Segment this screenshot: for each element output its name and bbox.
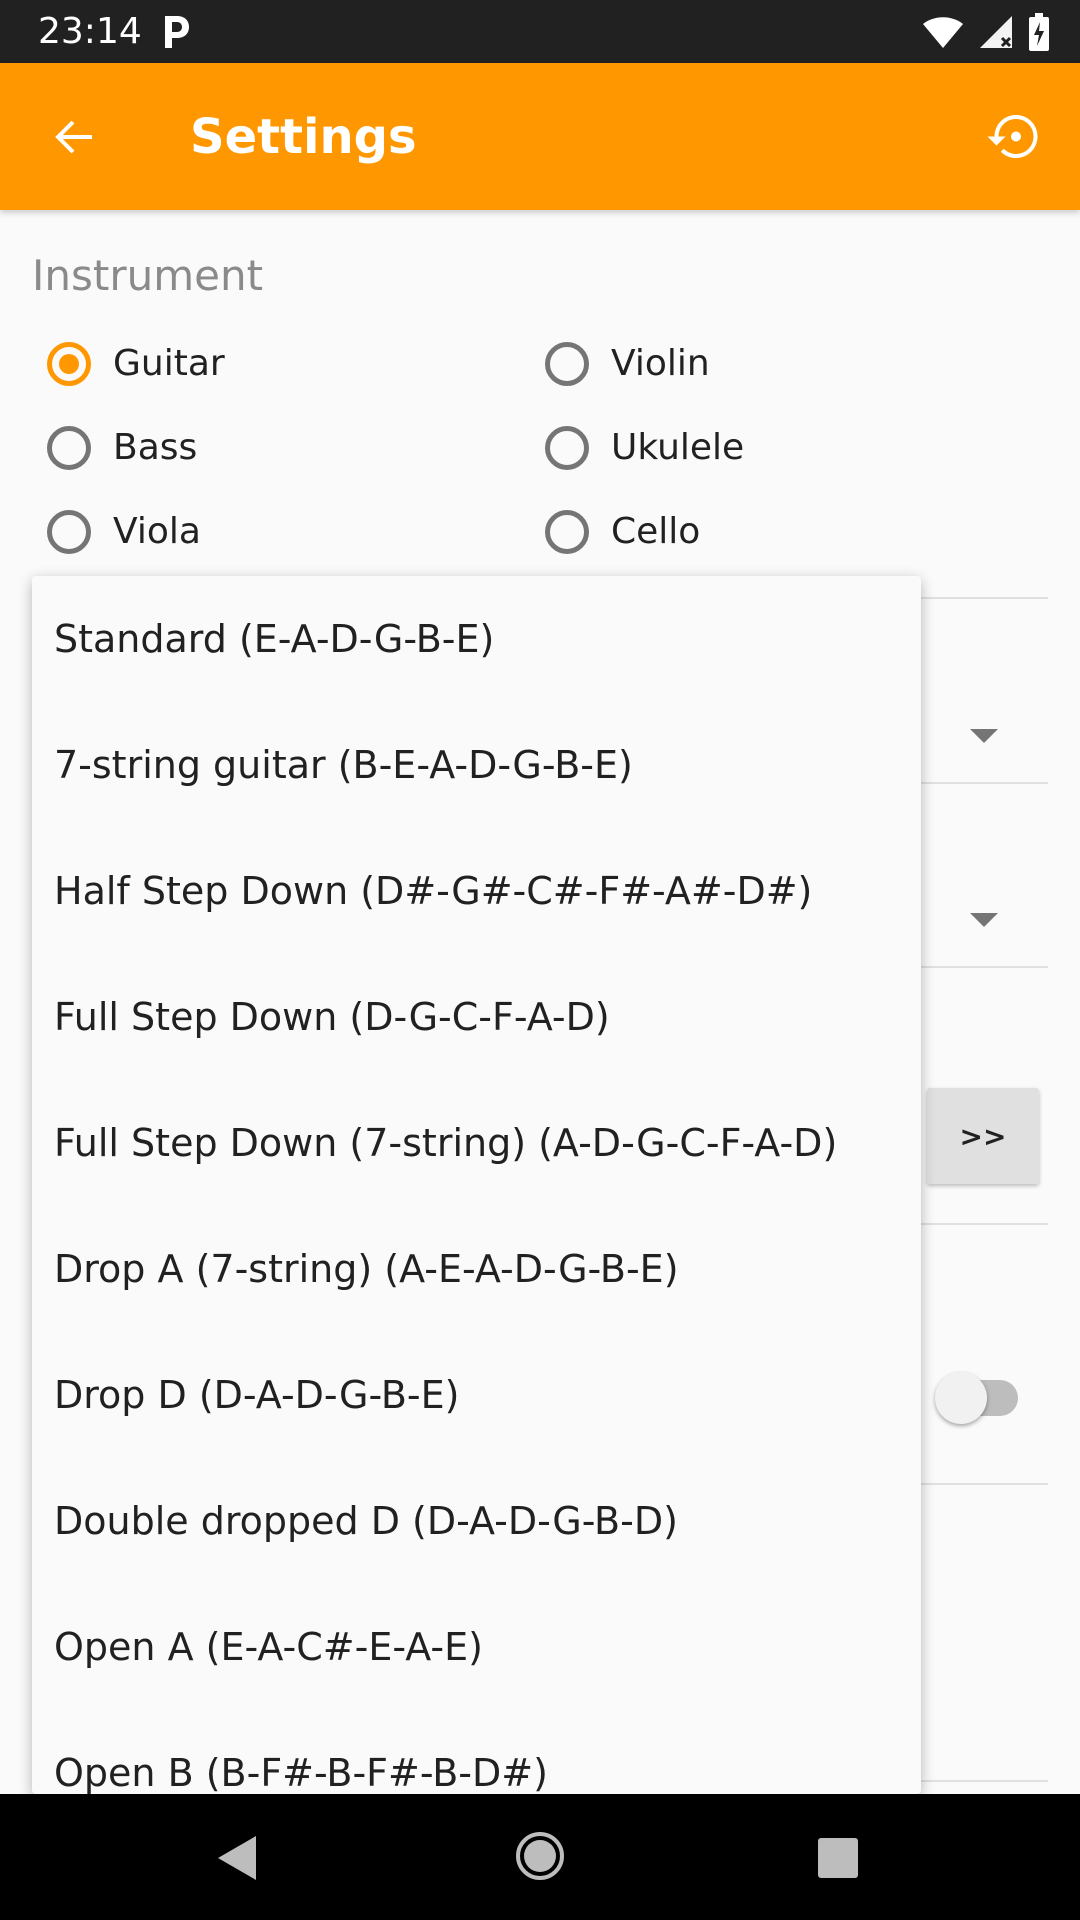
tuning-dropdown-popup: Standard (E-A-D-G-B-E) 7-string guitar (… xyxy=(32,576,921,1794)
radio-label: Viola xyxy=(113,511,201,552)
tuning-option-drop-a[interactable]: Drop A (7-string) (A-E-A-D-G-B-E) xyxy=(32,1206,921,1332)
dropdown-arrow-icon[interactable] xyxy=(970,913,998,927)
next-button[interactable]: >> xyxy=(927,1088,1039,1184)
radio-ukulele[interactable]: Ukulele xyxy=(545,418,744,478)
back-button[interactable] xyxy=(38,101,110,173)
status-icons xyxy=(922,12,1050,52)
divider xyxy=(920,597,1048,599)
nav-recents-icon[interactable] xyxy=(818,1838,858,1878)
radio-label: Violin xyxy=(611,343,710,384)
tuning-option-7-string[interactable]: 7-string guitar (B-E-A-D-G-B-E) xyxy=(32,702,921,828)
page-title: Settings xyxy=(190,109,417,165)
status-time: 23:14 xyxy=(38,11,142,52)
radio-label: Guitar xyxy=(113,343,225,384)
radio-unchecked-icon xyxy=(545,426,589,470)
divider xyxy=(920,1780,1048,1782)
status-bar: 23:14 xyxy=(0,0,1080,63)
radio-violin[interactable]: Violin xyxy=(545,334,710,394)
app-bar: Settings xyxy=(0,63,1080,210)
radio-unchecked-icon xyxy=(545,510,589,554)
tuning-option-standard[interactable]: Standard (E-A-D-G-B-E) xyxy=(32,576,921,702)
radio-viola[interactable]: Viola xyxy=(47,502,201,562)
divider xyxy=(920,782,1048,784)
radio-bass[interactable]: Bass xyxy=(47,418,197,478)
arrow-left-icon xyxy=(55,120,92,154)
tuning-option-full-step-down[interactable]: Full Step Down (D-G-C-F-A-D) xyxy=(32,954,921,1080)
radio-unchecked-icon xyxy=(47,426,91,470)
divider xyxy=(920,1223,1048,1225)
divider xyxy=(920,966,1048,968)
restore-button[interactable] xyxy=(978,101,1050,173)
radio-label: Ukulele xyxy=(611,427,745,468)
wifi-icon xyxy=(923,17,963,48)
tuning-option-open-b[interactable]: Open B (B-F#-B-F#-B-D#) xyxy=(32,1710,921,1794)
signal-icon xyxy=(980,16,1012,48)
toggle-switch-thumb[interactable] xyxy=(935,1372,987,1424)
tuning-option-full-step-down-7-string[interactable]: Full Step Down (7-string) (A-D-G-C-F-A-D… xyxy=(32,1080,921,1206)
radio-checked-icon xyxy=(47,342,91,386)
restore-icon xyxy=(987,115,1038,158)
nav-home-icon[interactable] xyxy=(516,1832,564,1880)
radio-unchecked-icon xyxy=(545,342,589,386)
radio-unchecked-icon xyxy=(47,510,91,554)
tuning-option-open-a[interactable]: Open A (E-A-C#-E-A-E) xyxy=(32,1584,921,1710)
tuning-option-double-dropped-d[interactable]: Double dropped D (D-A-D-G-B-D) xyxy=(32,1458,921,1584)
instrument-section-title: Instrument xyxy=(32,251,264,300)
battery-icon xyxy=(1029,13,1049,51)
navigation-bar xyxy=(0,1794,1080,1920)
radio-label: Cello xyxy=(611,511,701,552)
tuning-option-drop-d[interactable]: Drop D (D-A-D-G-B-E) xyxy=(32,1332,921,1458)
nav-back-icon[interactable] xyxy=(218,1836,256,1880)
parking-p-icon xyxy=(165,16,189,48)
radio-guitar[interactable]: Guitar xyxy=(47,334,225,394)
radio-label: Bass xyxy=(113,427,198,468)
tuning-option-half-step-down[interactable]: Half Step Down (D#-G#-C#-F#-A#-D#) xyxy=(32,828,921,954)
dropdown-arrow-icon[interactable] xyxy=(970,729,998,743)
radio-cello[interactable]: Cello xyxy=(545,502,700,562)
divider xyxy=(920,1483,1048,1485)
